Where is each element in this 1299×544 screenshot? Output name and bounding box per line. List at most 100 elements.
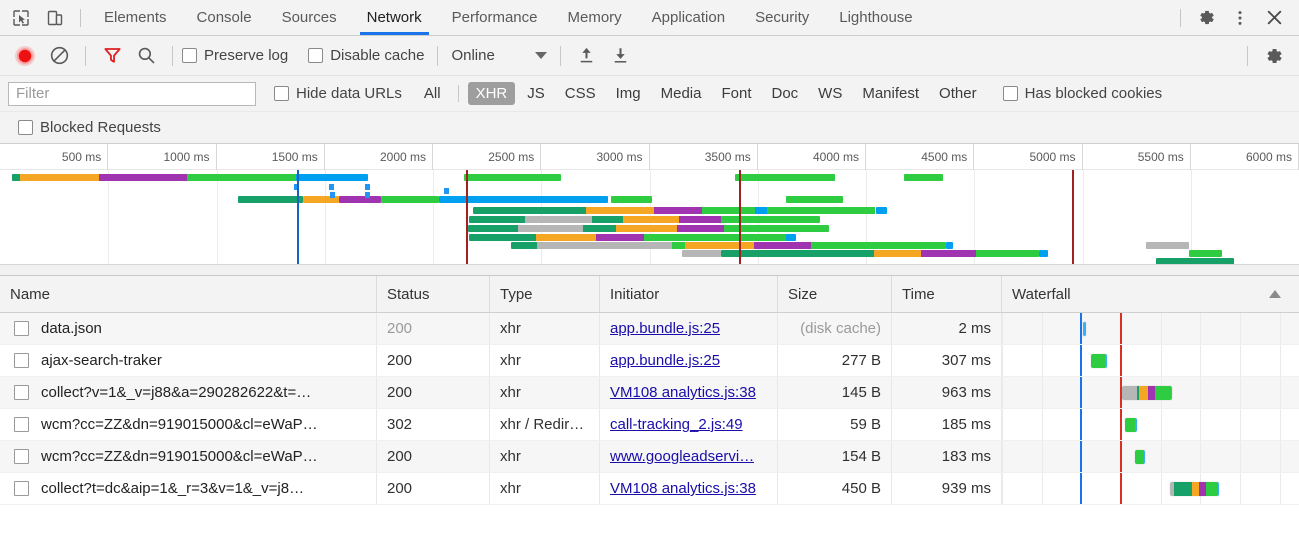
waterfall-gridline [1240, 377, 1242, 408]
column-header-status[interactable]: Status [377, 276, 490, 312]
network-overview[interactable]: 500 ms 1000 ms 1500 ms 2000 ms 2500 ms 3000 m… [0, 144, 1299, 276]
type-filter-all[interactable]: All [416, 82, 449, 105]
initiator-link[interactable]: www.googleadservi… [610, 448, 754, 465]
initiator-link[interactable]: VM108 analytics.js:38 [610, 480, 756, 497]
type-filter-img[interactable]: Img [608, 82, 649, 105]
row-checkbox[interactable] [14, 481, 29, 496]
panel-tabs: Elements Console Sources Network Perform… [89, 0, 928, 35]
waterfall-gridline [1279, 441, 1281, 472]
filter-toggle-button[interactable] [95, 42, 129, 70]
column-header-initiator[interactable]: Initiator [600, 276, 778, 312]
tab-security[interactable]: Security [740, 0, 824, 35]
initiator-link[interactable]: app.bundle.js:25 [610, 320, 720, 337]
cell-name[interactable]: wcm?cc=ZZ&dn=919015000&cl=eWaP… [0, 441, 377, 472]
type-filter-ws[interactable]: WS [810, 82, 850, 105]
cell-name[interactable]: ajax-search-traker [0, 345, 377, 376]
waterfall-bar[interactable] [1083, 322, 1086, 336]
waterfall-bar[interactable] [1091, 354, 1107, 368]
column-header-name[interactable]: Name [0, 276, 377, 312]
tabbar-actions-divider [1180, 8, 1181, 27]
column-header-time[interactable]: Time [892, 276, 1002, 312]
throttling-select[interactable]: Online [447, 47, 550, 64]
export-har-button[interactable] [604, 42, 638, 70]
close-devtools-icon[interactable] [1257, 3, 1291, 33]
close-glyph [1267, 10, 1281, 25]
type-filter-media[interactable]: Media [653, 82, 710, 105]
tab-console[interactable]: Console [182, 0, 267, 35]
table-row[interactable]: collect?t=dc&aip=1&_r=3&v=1&_v=j8… 200 xhr… [0, 473, 1299, 505]
preserve-log-checkbox[interactable]: Preserve log [182, 47, 288, 64]
cell-name[interactable]: collect?v=1&_v=j88&a=290282622&t=… [0, 377, 377, 408]
row-checkbox[interactable] [14, 321, 29, 336]
preserve-log-box[interactable] [182, 48, 197, 63]
initiator-link[interactable]: app.bundle.js:25 [610, 352, 720, 369]
waterfall-gridline [1200, 345, 1202, 376]
more-options-icon[interactable] [1223, 3, 1257, 33]
waterfall-bar[interactable] [1135, 450, 1146, 464]
disable-cache-box[interactable] [308, 48, 324, 63]
table-row[interactable]: data.json 200 xhr app.bundle.js:25 (disk cac… [0, 313, 1299, 345]
clear-button[interactable] [42, 42, 76, 70]
device-toolbar-icon[interactable] [38, 3, 72, 33]
type-filter-other[interactable]: Other [931, 82, 985, 105]
network-settings-button[interactable] [1257, 42, 1291, 70]
filter-input[interactable] [8, 81, 256, 106]
tab-memory[interactable]: Memory [553, 0, 637, 35]
has-blocked-cookies-box[interactable] [1002, 86, 1018, 101]
overview-request-bar [11, 174, 304, 181]
overview-request-bar [1156, 258, 1235, 264]
overview-scrollbar[interactable] [0, 264, 1299, 275]
inspect-element-icon[interactable] [4, 3, 38, 33]
timeline-ruler[interactable]: 500 ms 1000 ms 1500 ms 2000 ms 2500 ms 3000 m… [0, 144, 1299, 170]
type-filter-font[interactable]: Font [713, 82, 759, 105]
row-checkbox[interactable] [14, 385, 29, 400]
column-header-type[interactable]: Type [490, 276, 600, 312]
cell-time: 185 ms [892, 409, 1002, 440]
table-row[interactable]: wcm?cc=ZZ&dn=919015000&cl=eWaP… 302 xhr / … [0, 409, 1299, 441]
tab-elements[interactable]: Elements [89, 0, 182, 35]
import-har-button[interactable] [570, 42, 604, 70]
initiator-link[interactable]: call-tracking_2.js:49 [610, 416, 743, 433]
cell-name[interactable]: wcm?cc=ZZ&dn=919015000&cl=eWaP… [0, 409, 377, 440]
tab-performance[interactable]: Performance [437, 0, 553, 35]
overview-request-bar [296, 174, 368, 181]
initiator-link[interactable]: VM108 analytics.js:38 [610, 384, 756, 401]
devtools-network-panel: Elements Console Sources Network Perform… [0, 0, 1299, 544]
column-header-waterfall[interactable]: Waterfall [1002, 276, 1299, 312]
tab-lighthouse[interactable]: Lighthouse [824, 0, 927, 35]
waterfall-gridline [1200, 409, 1202, 440]
hide-data-urls-box[interactable] [274, 86, 289, 101]
waterfall-bar[interactable] [1121, 386, 1173, 400]
row-checkbox[interactable] [14, 353, 29, 368]
gear-icon[interactable] [1189, 3, 1223, 33]
blocked-requests-box[interactable] [18, 120, 33, 135]
type-filter-css[interactable]: CSS [557, 82, 604, 105]
search-button[interactable] [129, 42, 163, 70]
hide-data-urls-checkbox[interactable]: Hide data URLs [274, 85, 402, 102]
disable-cache-checkbox[interactable]: Disable cache [308, 47, 424, 64]
overview-graph[interactable] [0, 170, 1299, 264]
row-checkbox[interactable] [14, 417, 29, 432]
waterfall-bar[interactable] [1169, 482, 1219, 496]
type-filter-js[interactable]: JS [519, 82, 553, 105]
table-row[interactable]: wcm?cc=ZZ&dn=919015000&cl=eWaP… 200 xhr www… [0, 441, 1299, 473]
type-filter-manifest[interactable]: Manifest [854, 82, 927, 105]
row-checkbox[interactable] [14, 449, 29, 464]
column-header-label: Time [902, 285, 935, 303]
has-blocked-cookies-checkbox[interactable]: Has blocked cookies [1002, 85, 1162, 102]
type-filter-doc[interactable]: Doc [763, 82, 806, 105]
tab-network[interactable]: Network [352, 0, 437, 35]
waterfall-bar[interactable] [1125, 418, 1137, 432]
table-row[interactable]: collect?v=1&_v=j88&a=290282622&t=… 200 xhr… [0, 377, 1299, 409]
record-button[interactable] [8, 42, 42, 70]
overview-request-bar [510, 242, 946, 249]
blocked-requests-checkbox[interactable]: Blocked Requests [18, 119, 161, 136]
type-filter-xhr[interactable]: XHR [467, 82, 516, 105]
cell-name[interactable]: data.json [0, 313, 377, 344]
cell-name[interactable]: collect?t=dc&aip=1&_r=3&v=1&_v=j8… [0, 473, 377, 504]
tab-application[interactable]: Application [637, 0, 740, 35]
column-header-size[interactable]: Size [778, 276, 892, 312]
table-header-row: Name Status Type Initiator Size Time Waterfall [0, 276, 1299, 313]
tab-sources[interactable]: Sources [267, 0, 352, 35]
table-row[interactable]: ajax-search-traker 200 xhr app.bundle.js:25… [0, 345, 1299, 377]
